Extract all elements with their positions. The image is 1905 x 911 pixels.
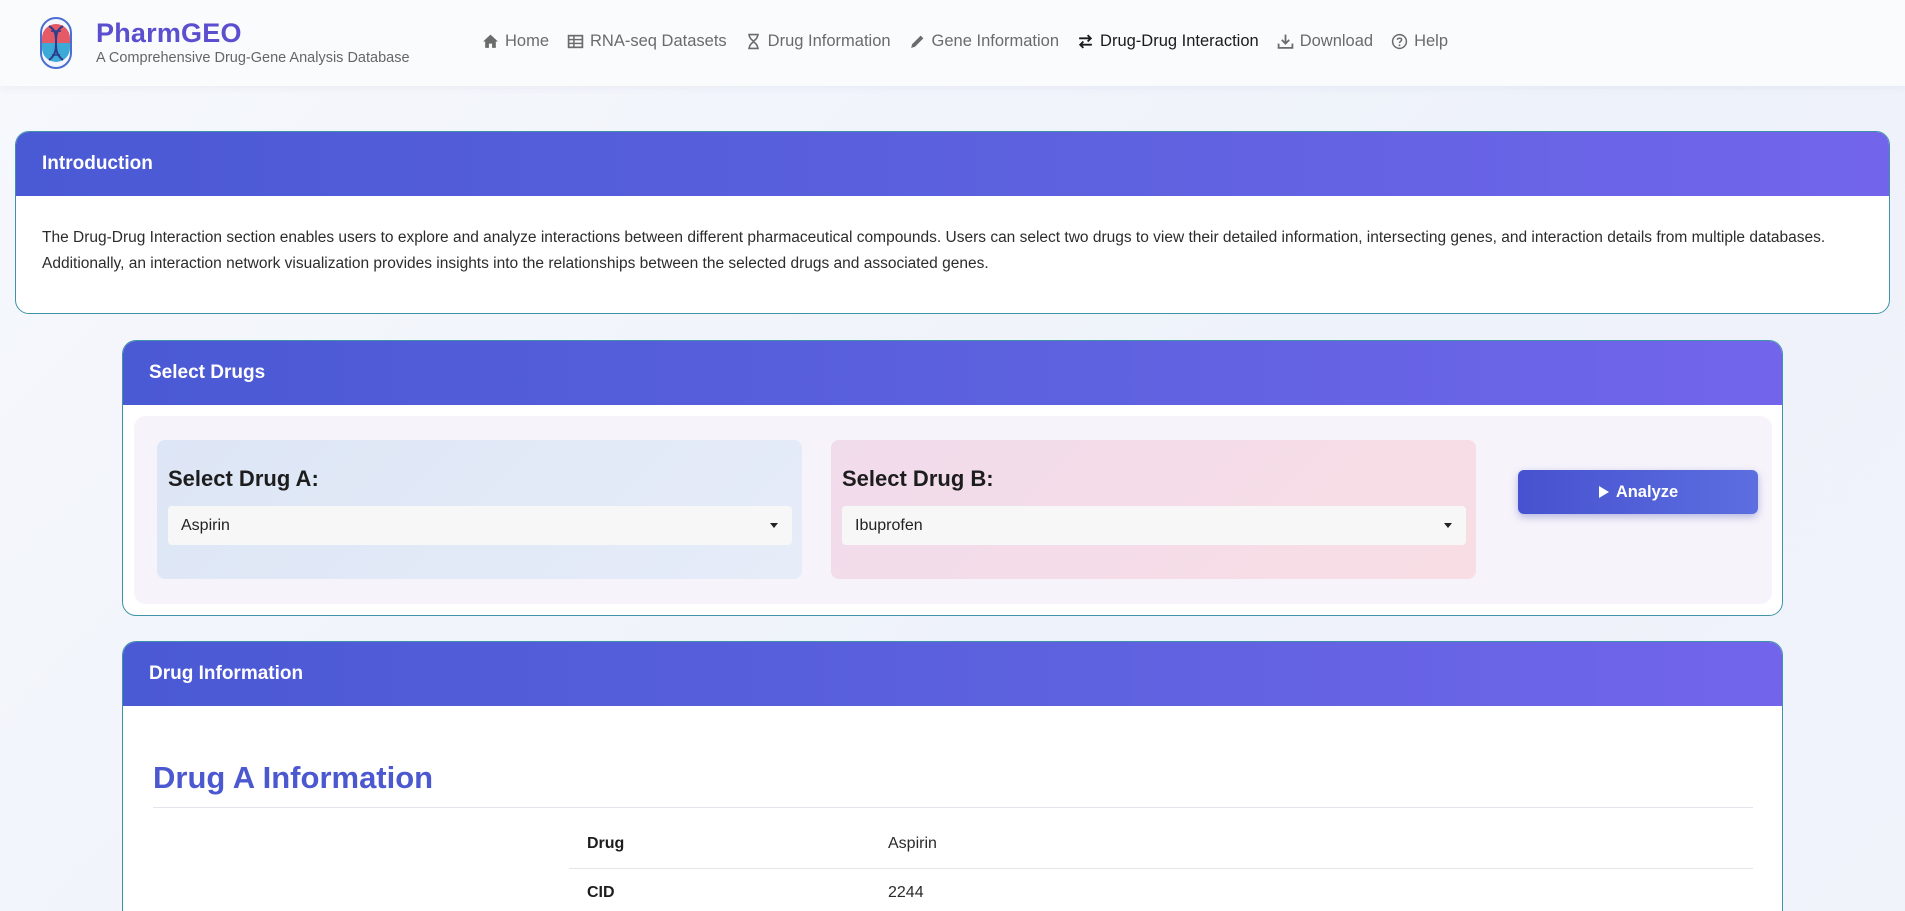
nav-label: Help bbox=[1414, 32, 1449, 50]
nav-item-drug-drug-interaction[interactable]: Drug-Drug Interaction bbox=[1077, 32, 1259, 51]
analyze-button[interactable]: Analyze bbox=[1518, 470, 1758, 514]
brand-title[interactable]: PharmGEO bbox=[96, 18, 242, 49]
download-icon bbox=[1277, 34, 1294, 49]
drug-a-select[interactable]: Aspirin bbox=[168, 506, 792, 545]
row-value: 2244 bbox=[888, 884, 924, 901]
introduction-header: Introduction bbox=[16, 132, 1889, 196]
nav-label: Drug Information bbox=[767, 32, 891, 50]
introduction-text: The Drug-Drug Interaction section enable… bbox=[42, 229, 1826, 272]
play-icon bbox=[1598, 486, 1609, 498]
select-drugs-card: Select Drugs Select Drug A: Aspirin Sele… bbox=[122, 340, 1783, 616]
top-navbar: PharmGEO A Comprehensive Drug-Gene Analy… bbox=[0, 0, 1905, 86]
nav-item-home[interactable]: Home bbox=[482, 32, 549, 51]
dna-capsule-logo-icon bbox=[40, 17, 72, 69]
nav-item-gene-information[interactable]: Gene Information bbox=[909, 32, 1060, 51]
drug-information-card: Drug Information Drug A Information Drug… bbox=[122, 641, 1783, 911]
select-drugs-header: Select Drugs bbox=[123, 341, 1782, 405]
hourglass-icon bbox=[747, 33, 759, 50]
drug-information-header: Drug Information bbox=[123, 642, 1782, 706]
row-value: Aspirin bbox=[888, 835, 937, 852]
nav-item-rna-seq-datasets[interactable]: RNA-seq Datasets bbox=[567, 32, 727, 51]
table-row: Drug Aspirin bbox=[569, 820, 1753, 869]
select-drugs-panel: Select Drug A: Aspirin Select Drug B: Ib… bbox=[134, 416, 1772, 604]
analyze-label: Analyze bbox=[1615, 482, 1679, 501]
drug-a-info-table: Drug Aspirin CID 2244 bbox=[569, 820, 1753, 911]
drug-a-selected-value: Aspirin bbox=[181, 516, 230, 534]
introduction-card: Introduction The Drug-Drug Interaction s… bbox=[15, 131, 1890, 314]
drug-b-box: Select Drug B: Ibuprofen bbox=[831, 440, 1476, 579]
nav-label: Home bbox=[505, 32, 550, 50]
drug-b-select[interactable]: Ibuprofen bbox=[842, 506, 1466, 545]
help-icon bbox=[1391, 33, 1408, 50]
nav-item-help[interactable]: Help bbox=[1391, 32, 1448, 51]
drug-b-label: Select Drug B: bbox=[842, 466, 994, 491]
table-row: CID 2244 bbox=[569, 869, 1753, 911]
drug-a-label: Select Drug A: bbox=[168, 466, 319, 491]
caret-down-icon bbox=[770, 523, 778, 528]
nav-label: RNA-seq Datasets bbox=[590, 32, 727, 50]
nav-item-drug-information[interactable]: Drug Information bbox=[745, 32, 891, 51]
drug-a-information-title: Drug A Information bbox=[153, 760, 434, 795]
row-key: Drug bbox=[587, 835, 625, 852]
caret-down-icon bbox=[1444, 523, 1452, 528]
nav-label: Download bbox=[1299, 32, 1374, 50]
exchange-icon bbox=[1078, 34, 1093, 49]
pencil-icon bbox=[910, 35, 923, 48]
row-key: CID bbox=[587, 884, 615, 901]
home-icon bbox=[483, 34, 498, 48]
main-nav: Home RNA-seq Datasets Drug Information G… bbox=[482, 32, 1448, 51]
divider bbox=[153, 807, 1753, 808]
nav-item-download[interactable]: Download bbox=[1277, 32, 1373, 51]
nav-label: Gene Information bbox=[931, 32, 1060, 50]
table-icon bbox=[567, 34, 584, 49]
drug-b-selected-value: Ibuprofen bbox=[855, 516, 923, 534]
brand-subtitle: A Comprehensive Drug-Gene Analysis Datab… bbox=[96, 50, 410, 66]
nav-label: Drug-Drug Interaction bbox=[1100, 32, 1259, 50]
drug-a-box: Select Drug A: Aspirin bbox=[157, 440, 802, 579]
